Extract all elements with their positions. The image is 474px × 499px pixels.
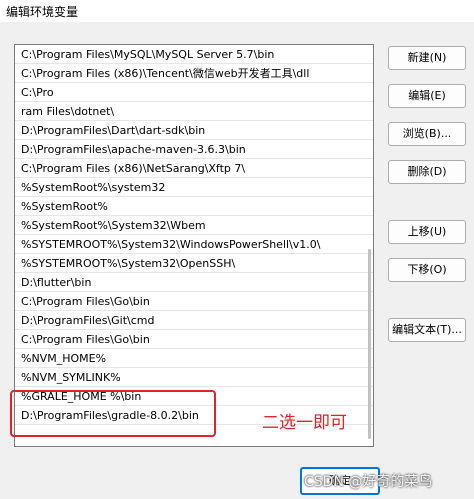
list-item[interactable]: %SystemRoot% xyxy=(15,197,373,216)
delete-button[interactable]: 删除(D) xyxy=(388,160,466,184)
list-item[interactable]: C:\Program Files (x86)\Tencent\微信web开发者工… xyxy=(15,64,373,83)
window-title: 编辑环境变量 xyxy=(6,5,79,19)
list-item[interactable]: D:\ProgramFiles\Dart\dart-sdk\bin xyxy=(15,121,373,140)
list-item[interactable]: C:\Pro xyxy=(15,83,373,102)
list-item[interactable]: C:\Program Files (x86)\NetSarang\Xftp 7\ xyxy=(15,159,373,178)
list-item[interactable]: D:\ProgramFiles\Git\cmd xyxy=(15,311,373,330)
list-item[interactable]: ram Files\dotnet\ xyxy=(15,102,373,121)
new-button[interactable]: 新建(N) xyxy=(388,46,466,70)
list-item[interactable]: C:\Program Files\Go\bin xyxy=(15,330,373,349)
list-item[interactable]: D:\flutter\bin xyxy=(15,273,373,292)
list-item[interactable]: %NVM_HOME% xyxy=(15,349,373,368)
title-bar: 编辑环境变量 xyxy=(0,0,474,22)
list-item[interactable]: D:\ProgramFiles\apache-maven-3.6.3\bin xyxy=(15,140,373,159)
edit-button[interactable]: 编辑(E) xyxy=(388,84,466,108)
list-item[interactable]: %SystemRoot%\system32 xyxy=(15,178,373,197)
browse-button[interactable]: 浏览(B)... xyxy=(388,122,466,146)
list-item[interactable]: %NVM_SYMLINK% xyxy=(15,368,373,387)
move-down-button[interactable]: 下移(O) xyxy=(388,258,466,282)
path-list[interactable]: C:\Program Files\MySQL\MySQL Server 5.7\… xyxy=(14,44,374,447)
vertical-scrollbar[interactable] xyxy=(365,47,371,443)
scrollbar-thumb[interactable] xyxy=(368,249,371,439)
list-item[interactable]: %SYSTEMROOT%\System32\WindowsPowerShell\… xyxy=(15,235,373,254)
watermark: CSDN @好奇的菜鸟 xyxy=(304,474,433,490)
annotation-text: 二选一即可 xyxy=(262,413,347,433)
list-item[interactable]: %SYSTEMROOT%\System32\OpenSSH\ xyxy=(15,254,373,273)
list-item[interactable]: C:\Program Files\Go\bin xyxy=(15,292,373,311)
highlight-annotation-box xyxy=(10,390,216,437)
edit-text-button[interactable]: 编辑文本(T)... xyxy=(388,318,466,342)
list-item[interactable]: %SystemRoot%\System32\Wbem xyxy=(15,216,373,235)
list-item[interactable]: C:\Program Files\MySQL\MySQL Server 5.7\… xyxy=(15,45,373,64)
move-up-button[interactable]: 上移(U) xyxy=(388,220,466,244)
